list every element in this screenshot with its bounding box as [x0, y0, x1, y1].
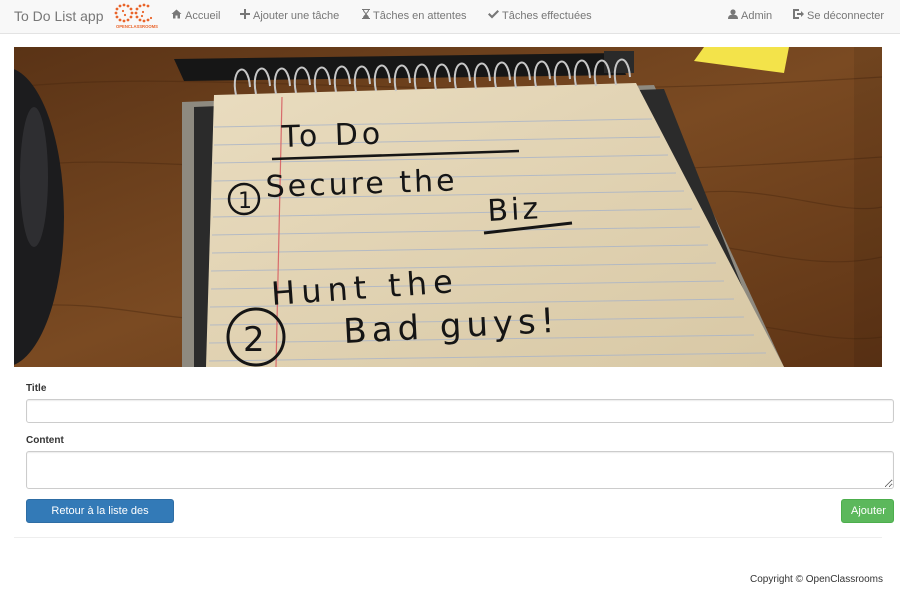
brand-link[interactable]: To Do List app [14, 8, 104, 25]
logout-icon [793, 0, 804, 33]
nav-done-tasks-label: Tâches effectuées [502, 10, 592, 22]
title-input[interactable] [26, 399, 894, 423]
notepad-item-1: Secure the [265, 163, 458, 205]
nav-add-task-label: Ajouter une tâche [253, 10, 340, 22]
copyright-text: Copyright © OpenClassrooms [750, 574, 883, 585]
nav-pending-tasks[interactable]: Tâches en attentes [362, 0, 467, 34]
logo-text: OPENCLASSROOMS [116, 24, 158, 29]
nav-admin[interactable]: Admin [728, 0, 772, 34]
user-icon [728, 0, 738, 33]
home-icon [171, 0, 182, 33]
plus-icon [240, 0, 250, 33]
hourglass-icon [362, 0, 370, 33]
content-label: Content [26, 435, 64, 446]
notepad-photo: To Do 1 Secure the Biz Hunt the 2 Bad gu… [14, 47, 882, 367]
notepad-item-1-line2: Biz [487, 191, 542, 229]
nav-add-task[interactable]: Ajouter une tâche [240, 0, 339, 34]
add-task-button[interactable]: Ajouter [841, 499, 894, 523]
notepad-item-2-number: 2 [243, 320, 265, 360]
notepad-item-1-number: 1 [238, 189, 252, 214]
openclassrooms-logo[interactable]: OPENCLASSROOMS [114, 2, 160, 30]
nav-admin-label: Admin [741, 10, 773, 22]
nav-logout[interactable]: Se déconnecter [793, 0, 884, 34]
footer-divider [14, 537, 882, 538]
title-label: Title [26, 383, 47, 394]
notepad-heading: To Do [280, 116, 385, 155]
back-to-list-button[interactable]: Retour à la liste des tâches [26, 499, 174, 539]
nav-logout-label: Se déconnecter [807, 10, 885, 22]
nav-home[interactable]: Accueil [171, 0, 220, 34]
check-icon [488, 0, 499, 33]
nav-pending-tasks-label: Tâches en attentes [373, 10, 467, 22]
hero-image: To Do 1 Secure the Biz Hunt the 2 Bad gu… [14, 47, 882, 367]
navbar: To Do List app OPENCLASSROOMS Accueil Aj… [0, 0, 900, 34]
nav-done-tasks[interactable]: Tâches effectuées [488, 0, 592, 34]
nav-home-label: Accueil [185, 10, 221, 22]
content-textarea[interactable] [26, 451, 894, 489]
